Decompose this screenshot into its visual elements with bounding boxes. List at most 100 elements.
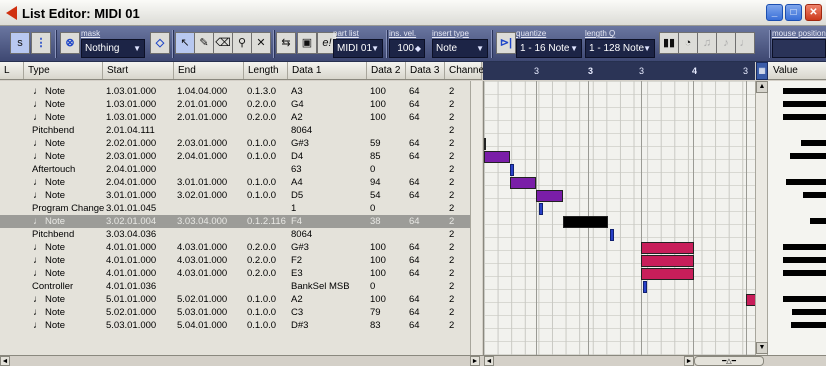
zoom-slider[interactable]: ━△━ bbox=[694, 356, 764, 366]
cell-start[interactable]: 2.02.01.000 bbox=[106, 137, 156, 150]
pencil-tool-icon[interactable]: ✎ bbox=[194, 32, 214, 54]
cell-channel[interactable]: 2 bbox=[449, 254, 454, 267]
cell-data1[interactable]: D5 bbox=[291, 189, 303, 202]
note-event[interactable] bbox=[484, 151, 511, 163]
cell-start[interactable]: 3.01.01.045 bbox=[106, 202, 156, 215]
cell-data3[interactable]: 64 bbox=[409, 85, 420, 98]
table-row[interactable]: ♩ Note 5.01.01.000 5.02.01.000 0.1.0.0 A2 100 6… bbox=[0, 293, 470, 306]
cell-end[interactable]: 4.03.01.000 bbox=[177, 267, 227, 280]
cell-start[interactable]: 5.02.01.000 bbox=[106, 306, 156, 319]
part-list-select[interactable]: MIDI 01 ▼ bbox=[333, 39, 383, 58]
cell-channel[interactable]: 2 bbox=[449, 280, 454, 293]
cell-channel[interactable]: 2 bbox=[449, 163, 454, 176]
cell-type[interactable]: Pitchbend bbox=[32, 124, 74, 137]
table-row[interactable]: ♩ Note 2.04.01.000 3.01.01.000 0.1.0.0 A4 94 64… bbox=[0, 176, 470, 189]
cell-data1[interactable]: A3 bbox=[291, 85, 303, 98]
table-row[interactable]: ♩ Note 2.02.01.000 2.03.01.000 0.1.0.0 G#3 59 6… bbox=[0, 137, 470, 150]
cell-data3[interactable]: 64 bbox=[409, 241, 420, 254]
cell-data1[interactable]: A2 bbox=[291, 111, 303, 124]
cell-start[interactable]: 2.01.04.111 bbox=[106, 124, 155, 137]
cell-type[interactable]: Note bbox=[45, 254, 65, 267]
cell-type[interactable]: Pitchbend bbox=[32, 228, 74, 241]
cell-end[interactable]: 5.02.01.000 bbox=[177, 293, 227, 306]
cell-data2[interactable]: 85 bbox=[370, 150, 381, 163]
cell-end[interactable]: 2.01.01.000 bbox=[177, 111, 227, 124]
cell-data2[interactable]: 100 bbox=[370, 98, 386, 111]
length-q-select[interactable]: 1 - 128 Note ▼ bbox=[585, 39, 655, 58]
event-display[interactable] bbox=[483, 81, 755, 355]
cell-end[interactable]: 3.03.04.000 bbox=[177, 215, 227, 228]
length-q-field[interactable]: length Q 1 - 128 Note ▼ bbox=[585, 29, 655, 58]
table-row[interactable]: Pitchbend 3.03.04.036 8064 2 bbox=[0, 228, 470, 241]
insert-type-field[interactable]: insert type Note ▼ bbox=[432, 29, 488, 58]
cell-data2[interactable]: 100 bbox=[370, 267, 386, 280]
cell-length[interactable]: 0.2.0.0 bbox=[247, 254, 276, 267]
cell-data2[interactable]: 83 bbox=[370, 319, 381, 332]
cell-type[interactable]: Note bbox=[45, 137, 65, 150]
scroll-left-button[interactable]: ◄ bbox=[484, 356, 494, 366]
table-row[interactable]: ♩ Note 4.01.01.000 4.03.01.000 0.2.0.0 E3 100 6… bbox=[0, 267, 470, 280]
cell-channel[interactable]: 2 bbox=[449, 124, 454, 137]
cell-data3[interactable]: 64 bbox=[409, 189, 420, 202]
table-row[interactable]: Controller 4.01.01.036 BankSel MSB 0 2 bbox=[0, 280, 470, 293]
cell-data3[interactable]: 64 bbox=[409, 215, 420, 228]
cell-type[interactable]: Note bbox=[45, 293, 65, 306]
cell-data1[interactable]: E3 bbox=[291, 267, 303, 280]
cell-type[interactable]: Aftertouch bbox=[32, 163, 75, 176]
cell-type[interactable]: Note bbox=[45, 176, 65, 189]
column-header-start[interactable]: Start bbox=[103, 62, 174, 79]
cell-data3[interactable]: 64 bbox=[409, 293, 420, 306]
note-event[interactable] bbox=[484, 138, 486, 150]
table-row[interactable]: Pitchbend 2.01.04.111 8064 2 bbox=[0, 124, 470, 137]
cell-channel[interactable]: 2 bbox=[449, 215, 454, 228]
step-record-icon[interactable]: ▮▮ bbox=[659, 32, 679, 54]
cell-length[interactable]: 0.1.0.0 bbox=[247, 176, 276, 189]
cell-data1[interactable]: 63 bbox=[291, 163, 302, 176]
ins-vel-stepper[interactable]: 100 ◆ bbox=[389, 39, 425, 58]
vertical-scrollbar[interactable]: ▲ ▼ bbox=[755, 81, 768, 355]
cell-data2[interactable]: 100 bbox=[370, 241, 386, 254]
cell-channel[interactable]: 2 bbox=[449, 137, 454, 150]
cell-end[interactable]: 2.03.01.000 bbox=[177, 137, 227, 150]
cell-data1[interactable]: BankSel MSB bbox=[291, 280, 350, 293]
snap-icon[interactable]: ⊳| bbox=[496, 32, 516, 54]
cell-data1[interactable]: D#3 bbox=[291, 319, 308, 332]
table-row[interactable]: ♩ Note 3.02.01.004 3.03.04.000 0.1.2.116 F4 38… bbox=[0, 215, 470, 228]
note-icon[interactable]: ♪ bbox=[716, 32, 736, 54]
table-row[interactable]: ♩ Note 5.03.01.000 5.04.01.000 0.1.0.0 D#3 83 6… bbox=[0, 319, 470, 332]
cell-channel[interactable]: 2 bbox=[449, 241, 454, 254]
cell-data2[interactable]: 0 bbox=[370, 163, 375, 176]
maximize-button[interactable]: □ bbox=[785, 4, 802, 21]
cell-data1[interactable]: C3 bbox=[291, 306, 303, 319]
column-header-data3[interactable]: Data 3 bbox=[406, 62, 445, 79]
note-event[interactable] bbox=[510, 177, 537, 189]
list-scrollbar[interactable] bbox=[470, 81, 482, 355]
cell-length[interactable]: 0.2.0.0 bbox=[247, 111, 276, 124]
cell-data3[interactable]: 64 bbox=[409, 137, 420, 150]
cell-data1[interactable]: F2 bbox=[291, 254, 302, 267]
value-bar[interactable] bbox=[783, 244, 826, 250]
cell-channel[interactable]: 2 bbox=[449, 267, 454, 280]
cell-type[interactable]: Note bbox=[45, 85, 65, 98]
value-bar[interactable] bbox=[801, 140, 826, 146]
cell-data2[interactable]: 38 bbox=[370, 215, 381, 228]
cell-data1[interactable]: G4 bbox=[291, 98, 304, 111]
cell-start[interactable]: 5.03.01.000 bbox=[106, 319, 156, 332]
note-icon[interactable]: ♩ bbox=[735, 32, 755, 54]
scroll-left-button[interactable]: ◄ bbox=[0, 356, 10, 366]
cell-data2[interactable]: 94 bbox=[370, 176, 381, 189]
cell-data3[interactable]: 64 bbox=[409, 176, 420, 189]
scroll-down-button[interactable]: ▼ bbox=[756, 342, 768, 354]
quantize-field[interactable]: quantize 1 - 16 Note ▼ bbox=[516, 29, 582, 58]
time-ruler[interactable]: 3 3 3 4 3 bbox=[483, 62, 755, 80]
close-button[interactable]: ✕ bbox=[805, 4, 822, 21]
cell-start[interactable]: 4.01.01.000 bbox=[106, 254, 156, 267]
cell-length[interactable]: 0.2.0.0 bbox=[247, 98, 276, 111]
cell-channel[interactable]: 2 bbox=[449, 150, 454, 163]
cell-data2[interactable]: 59 bbox=[370, 137, 381, 150]
cell-start[interactable]: 5.01.01.000 bbox=[106, 293, 156, 306]
cell-start[interactable]: 3.03.04.036 bbox=[106, 228, 156, 241]
cell-start[interactable]: 4.01.01.000 bbox=[106, 241, 156, 254]
scroll-right-button[interactable]: ► bbox=[684, 356, 694, 366]
cell-start[interactable]: 1.03.01.000 bbox=[106, 85, 156, 98]
